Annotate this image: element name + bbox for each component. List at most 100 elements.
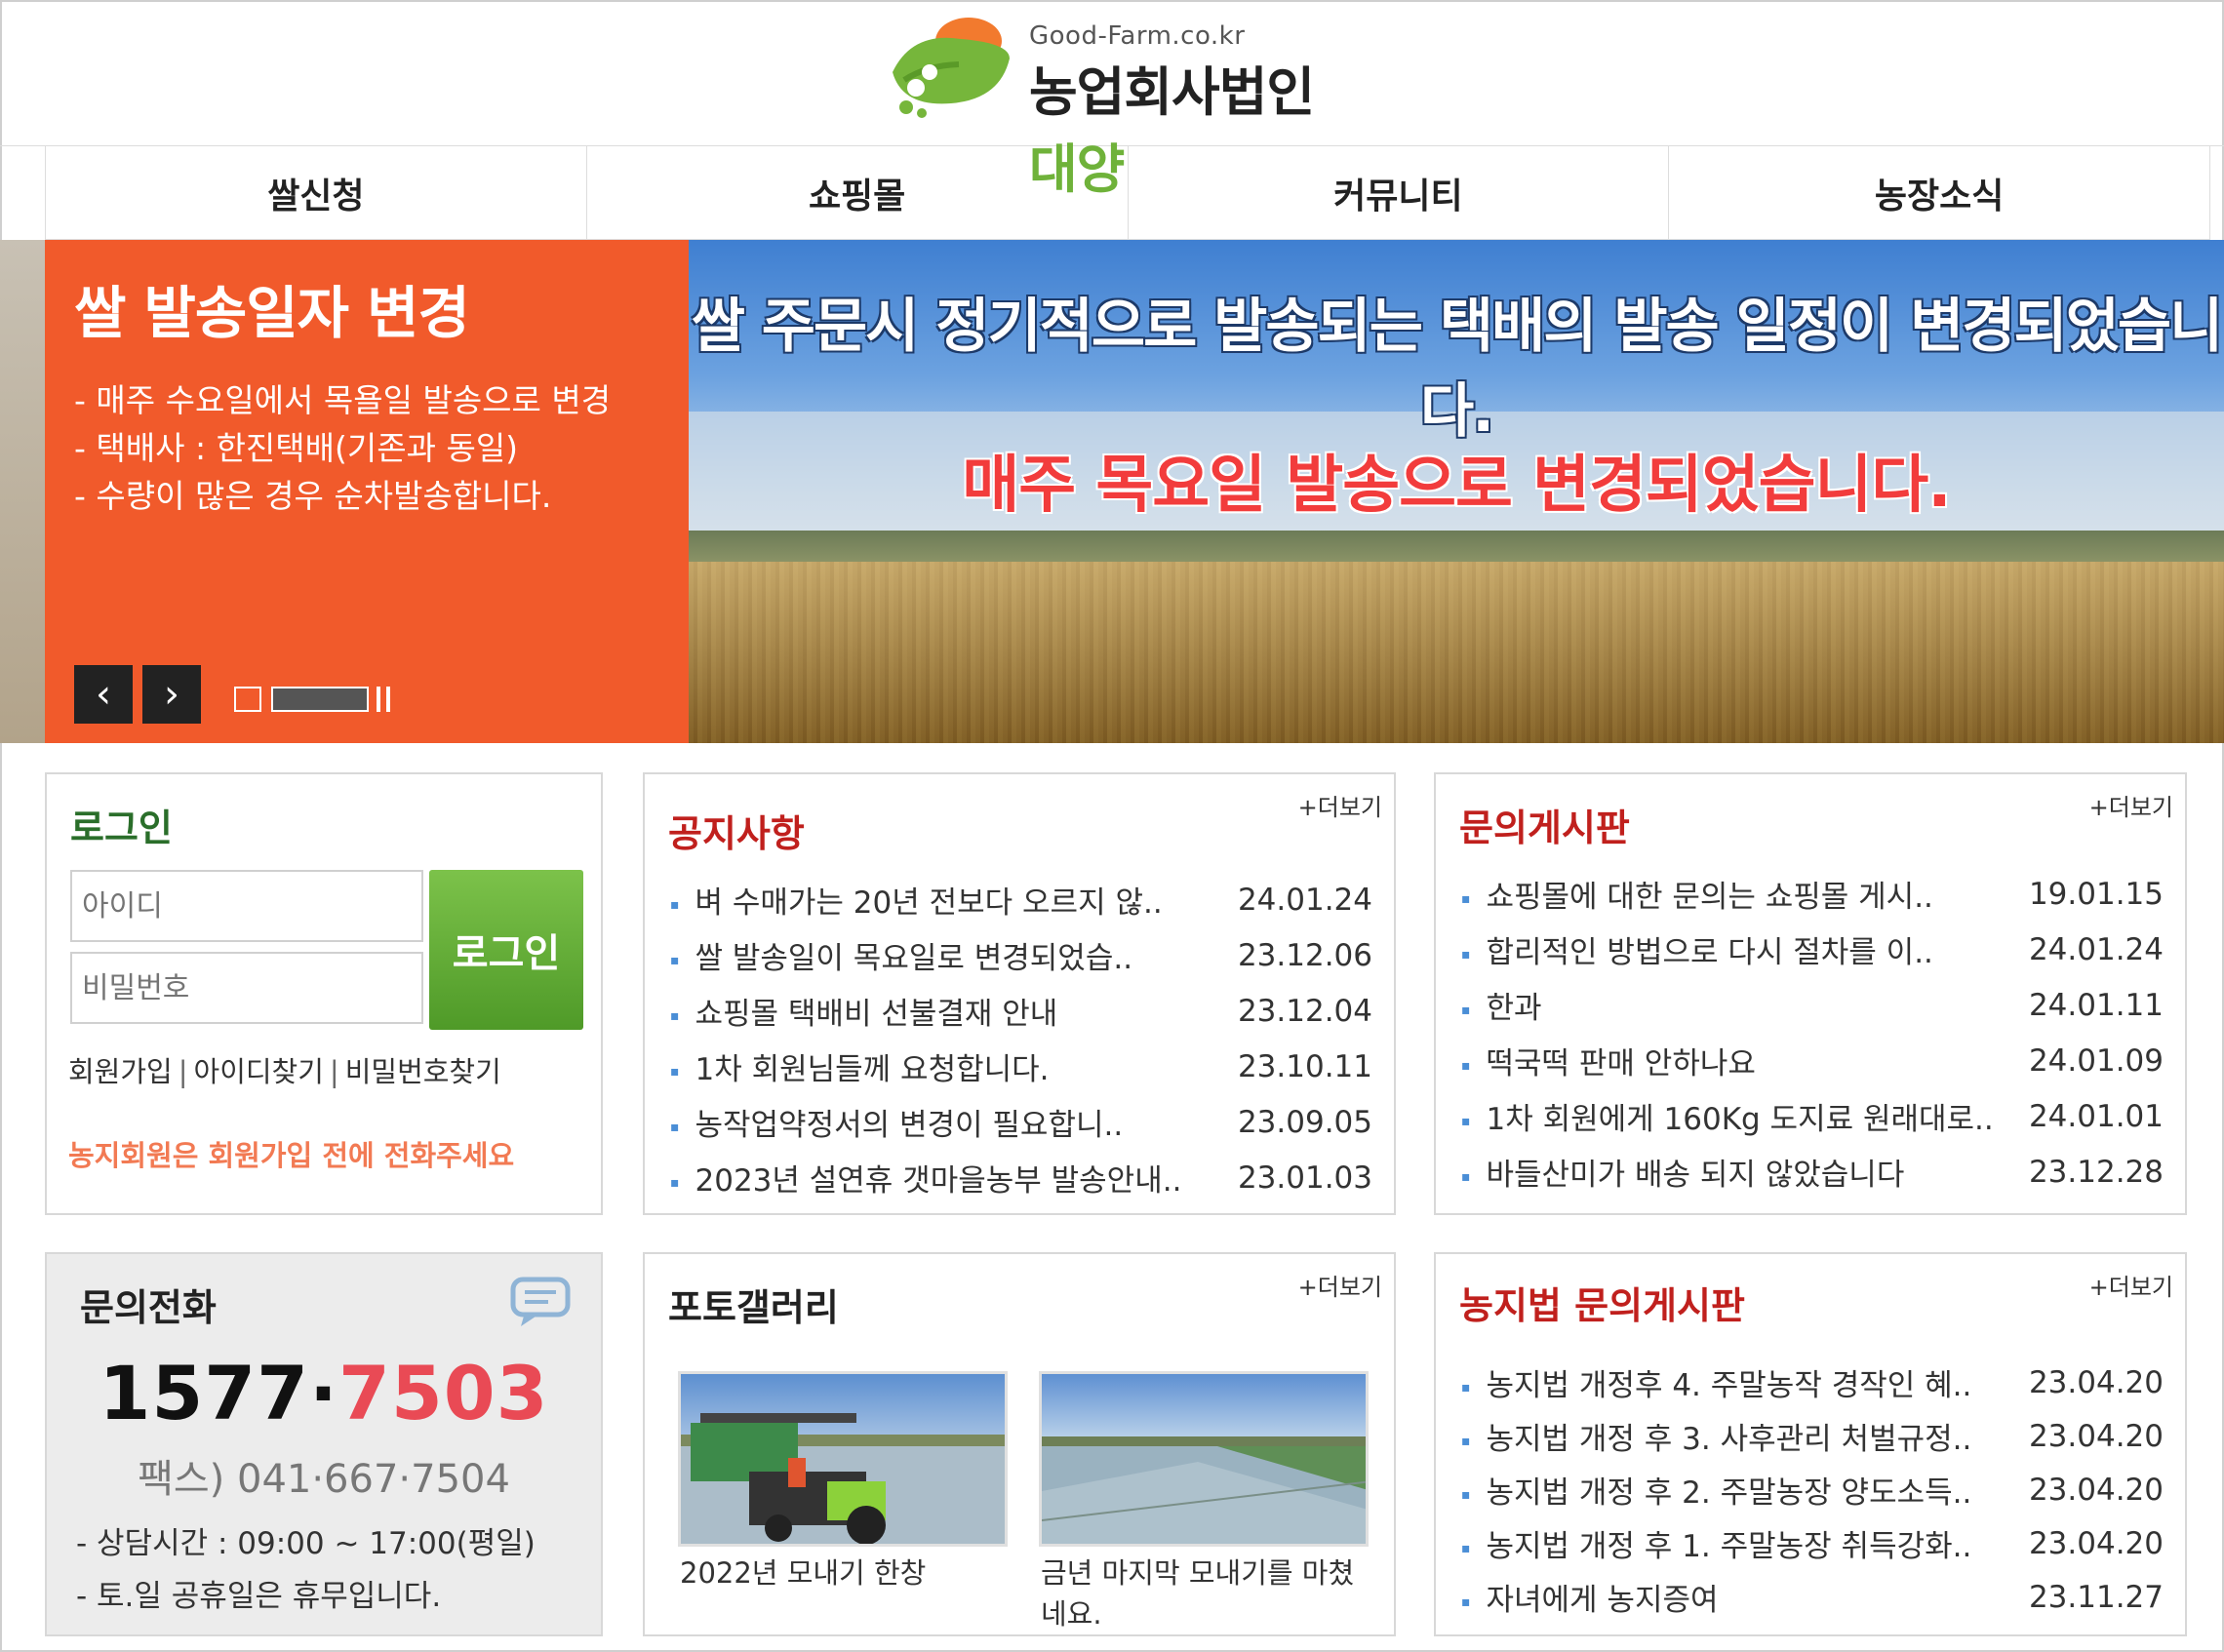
item-title: 1차 회원님들께 요청합니다. [670, 1044, 1050, 1088]
paddy-field-photo [1042, 1374, 1366, 1544]
item-date: 23.04.20 [2028, 1364, 2164, 1400]
pause-icon[interactable] [377, 687, 390, 712]
login-button[interactable]: 로그인 [429, 870, 583, 1030]
phone-number-prefix: 1577· [99, 1350, 338, 1436]
item-date: 19.01.15 [2028, 876, 2164, 912]
item-title: 벼 수매가는 20년 전보다 오르지 않.. [670, 878, 1163, 922]
farmland-law-board-title[interactable]: 농지법 문의게시판 [1459, 1276, 1745, 1329]
gallery-caption[interactable]: 2022년 모내기 한창 [680, 1553, 1012, 1593]
slide-indicator[interactable] [271, 687, 369, 712]
list-item[interactable]: 농작업약정서의 변경이 필요합니.. 23.09.05 [670, 1094, 1373, 1150]
list-item[interactable]: 벼 수매가는 20년 전보다 오르지 않.. 24.01.24 [670, 872, 1373, 927]
main-banner: 쌀 발송일자 변경 - 매주 수요일에서 목욜일 발송으로 변경 - 택배사 :… [0, 240, 2224, 743]
photo-gallery: 포토갤러리 +더보기 2022년 모내기 한창 금년 마지막 모내기를 마쳤네요… [643, 1252, 1396, 1636]
farmland-more-link[interactable]: +더보기 [2089, 1268, 2173, 1302]
list-item[interactable]: 1차 회원님들께 요청합니다. 23.10.11 [670, 1039, 1373, 1094]
list-item[interactable]: 농지법 개정후 4. 주말농작 경작인 혜.. 23.04.20 [1461, 1356, 2164, 1409]
contact-phone-box: 문의전화 1577·7503 팩스) 041·667·7504 - 상담시간 :… [45, 1252, 603, 1636]
find-id-link[interactable]: 아이디찾기 [194, 1055, 324, 1088]
item-title: 합리적인 방법으로 다시 절차를 이.. [1461, 927, 1933, 971]
password-input[interactable] [70, 952, 423, 1024]
phone-number-suffix: 7503 [338, 1350, 549, 1436]
banner-prev-button[interactable]: ‹ [74, 665, 133, 724]
site-logo[interactable]: Good-Farm.co.kr 농업회사법인 대양 [883, 12, 1370, 200]
phone-number: 1577·7503 [47, 1350, 601, 1436]
inquiry-more-link[interactable]: +더보기 [2089, 788, 2173, 822]
item-date: 24.01.01 [2028, 1098, 2164, 1134]
list-item[interactable]: 바들산미가 배송 되지 않았습니다 23.12.28 [1461, 1144, 2164, 1200]
item-date: 23.01.03 [1237, 1160, 1372, 1196]
photo-gallery-title[interactable]: 포토갤러리 [668, 1278, 839, 1331]
farmland-member-notice: 농지회원은 회원가입 전에 전화주세요 [68, 1139, 515, 1172]
nav-item-farm-news[interactable]: 농장소식 [1669, 146, 2209, 239]
site-header: Good-Farm.co.kr 농업회사법인 대양 [0, 0, 2224, 200]
list-item[interactable]: 합리적인 방법으로 다시 절차를 이.. 24.01.24 [1461, 922, 2164, 977]
login-title: 로그인 [70, 806, 173, 849]
banner-line: - 택배사 : 한진택배(기존과 동일) [74, 429, 519, 467]
gallery-more-link[interactable]: +더보기 [1298, 1268, 1382, 1302]
signup-link[interactable]: 회원가입 [68, 1055, 173, 1088]
banner-wheat-field [689, 562, 2224, 743]
item-title: 농지법 개정 후 3. 사후관리 처벌규정.. [1461, 1414, 1972, 1458]
banner-treeline [689, 531, 2224, 564]
item-title: 한과 [1461, 983, 1542, 1027]
id-input[interactable] [70, 870, 423, 942]
notice-more-link[interactable]: +더보기 [1298, 788, 1382, 822]
inquiry-list: 쇼핑몰에 대한 문의는 쇼핑몰 게시.. 19.01.15 합리적인 방법으로 다… [1461, 866, 2164, 1200]
list-item[interactable]: 자녀에게 농지증여 23.11.27 [1461, 1570, 2164, 1624]
item-date: 24.01.09 [2028, 1042, 2164, 1079]
item-date: 24.01.11 [2028, 987, 2164, 1023]
gallery-thumbnail[interactable] [678, 1371, 1008, 1547]
list-item[interactable]: 쇼핑몰 택배비 선불결재 안내 23.12.04 [670, 983, 1373, 1039]
nav-item-rice-order[interactable]: 쌀신청 [46, 146, 587, 239]
find-password-link[interactable]: 비밀번호찾기 [345, 1055, 501, 1088]
banner-photo[interactable]: 쌀 주문시 정기적으로 발송되는 택배의 발송 일정이 변경되었습니다. 매주 … [689, 240, 2224, 743]
item-date: 23.12.06 [1237, 937, 1372, 973]
fax-number: 팩스) 041·667·7504 [138, 1457, 510, 1502]
item-date: 23.04.20 [2028, 1525, 2164, 1561]
logo-mark-icon [893, 18, 1010, 118]
item-date: 23.12.28 [2028, 1154, 2164, 1190]
list-item[interactable]: 떡국떡 판매 안하나요 24.01.09 [1461, 1033, 2164, 1088]
item-date: 23.04.20 [2028, 1472, 2164, 1508]
banner-next-button[interactable]: › [142, 665, 201, 724]
link-separator: | [178, 1055, 188, 1088]
notice-board-title[interactable]: 공지사항 [668, 804, 805, 857]
list-item[interactable]: 쇼핑몰에 대한 문의는 쇼핑몰 게시.. 19.01.15 [1461, 866, 2164, 922]
farmland-law-list: 농지법 개정후 4. 주말농작 경작인 혜.. 23.04.20 농지법 개정 후… [1461, 1356, 2164, 1624]
item-title: 2023년 설연휴 갯마을농부 발송안내.. [670, 1156, 1182, 1200]
link-separator: | [329, 1055, 339, 1088]
gallery-thumbnail[interactable] [1039, 1371, 1369, 1547]
chat-bubble-icon [510, 1277, 571, 1326]
item-title: 농작업약정서의 변경이 필요합니.. [670, 1100, 1124, 1144]
item-title: 농지법 개정 후 2. 주말농장 양도소득.. [1461, 1468, 1972, 1512]
login-links: 회원가입 | 아이디찾기 | 비밀번호찾기 [68, 1049, 501, 1090]
logo-company-main: 농업회사법인 [1029, 61, 1315, 123]
item-title: 농지법 개정후 4. 주말농작 경작인 혜.. [1461, 1360, 1972, 1404]
list-item[interactable]: 농지법 개정 후 1. 주말농장 취득강화.. 23.04.20 [1461, 1516, 2164, 1570]
list-item[interactable]: 2023년 설연휴 갯마을농부 발송안내.. 23.01.03 [670, 1150, 1373, 1205]
banner-title: 쌀 발송일자 변경 [74, 280, 470, 346]
inquiry-board-title[interactable]: 문의게시판 [1459, 798, 1630, 851]
main-nav: 쌀신청 쇼핑몰 커뮤니티 농장소식 [45, 146, 2210, 240]
holiday-notice: - 토.일 공휴일은 휴무입니다. [76, 1579, 442, 1614]
farmland-law-board: 농지법 문의게시판 +더보기 농지법 개정후 4. 주말농작 경작인 혜.. 23… [1434, 1252, 2187, 1636]
list-item[interactable]: 한과 24.01.11 [1461, 977, 2164, 1033]
list-item[interactable]: 쌀 발송일이 목요일로 변경되었습.. 23.12.06 [670, 927, 1373, 983]
gallery-caption[interactable]: 금년 마지막 모내기를 마쳤네요. [1041, 1553, 1372, 1634]
item-date: 24.01.24 [2028, 931, 2164, 967]
item-title: 농지법 개정 후 1. 주말농장 취득강화.. [1461, 1521, 1972, 1565]
list-item[interactable]: 1차 회원에게 160Kg 도지료 원래대로.. 24.01.01 [1461, 1088, 2164, 1144]
item-date: 24.01.24 [1237, 882, 1372, 918]
banner-headline: 쌀 주문시 정기적으로 발송되는 택배의 발송 일정이 변경되었습니다. [691, 293, 2224, 446]
nav-item-shopping-mall[interactable]: 쇼핑몰 [587, 146, 1129, 239]
banner-line: - 수량이 많은 경우 순차발송합니다. [74, 477, 552, 515]
banner-previous-slide-edge [0, 240, 45, 743]
nav-item-community[interactable]: 커뮤니티 [1129, 146, 1670, 239]
list-item[interactable]: 농지법 개정 후 3. 사후관리 처벌규정.. 23.04.20 [1461, 1409, 2164, 1463]
item-title: 자녀에게 농지증여 [1461, 1575, 1719, 1619]
item-title: 쇼핑몰에 대한 문의는 쇼핑몰 게시.. [1461, 872, 1933, 916]
list-item[interactable]: 농지법 개정 후 2. 주말농장 양도소득.. 23.04.20 [1461, 1463, 2164, 1516]
slide-indicator-active[interactable] [234, 687, 261, 712]
login-box: 로그인 로그인 회원가입|아이디찾기|비밀번호찾기 농지회원은 회원가입 전에 … [45, 772, 603, 1215]
